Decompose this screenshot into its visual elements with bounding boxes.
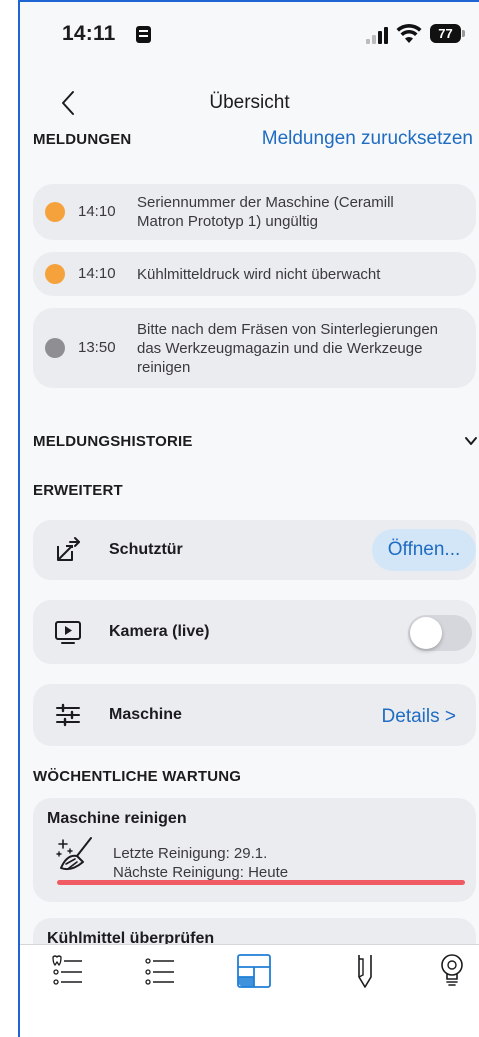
clean-machine-card[interactable]: Maschine reinigen Letzte Reinigung: 29.1…: [33, 798, 476, 902]
bulb-icon: [441, 954, 463, 986]
cleaning-progress-bar: [57, 880, 465, 885]
message-time: 14:10: [78, 203, 116, 220]
camera-monitor-icon: [55, 621, 81, 644]
history-section-label[interactable]: MELDUNGSHISTORIE: [33, 433, 193, 450]
camera-card: Kamera (live): [33, 600, 476, 664]
tab-overview[interactable]: [234, 951, 274, 991]
tool-icon: [358, 955, 372, 988]
chevron-down-icon[interactable]: [463, 434, 479, 448]
tab-list[interactable]: [138, 951, 178, 991]
status-dot-icon: [45, 338, 65, 358]
status-dot-icon: [45, 202, 65, 222]
status-time: 14:11: [62, 22, 116, 45]
message-text-line-1: Seriennummer der Maschine (Ceramill: [137, 194, 394, 211]
reset-messages-link[interactable]: Meldungen zurucksetzen: [262, 128, 473, 150]
list-icon: [145, 958, 174, 985]
sim-card-icon: [136, 26, 151, 43]
camera-label: Kamera (live): [109, 623, 210, 640]
message-text-line-2: Matron Prototyp 1) ungültig: [137, 213, 318, 230]
door-label: Schutztür: [109, 541, 183, 558]
last-cleaning-text: Letzte Reinigung: 29.1.: [113, 845, 268, 862]
page: 14:11 77 Übersicht MELDUNGEN Meldungen z…: [20, 2, 479, 1037]
tab-tips[interactable]: [432, 951, 472, 991]
broom-icon: [56, 837, 92, 871]
maintenance-section-label: WÖCHENTLICHE WARTUNG: [33, 768, 242, 785]
advanced-section-label: ERWEITERT: [33, 482, 123, 499]
door-card: Schutztür Öffnen...: [33, 520, 476, 580]
machine-label: Maschine: [109, 706, 182, 723]
tooth-list-icon: [52, 955, 82, 985]
wifi-icon: [396, 23, 422, 43]
status-bar: 14:11 77: [20, 2, 479, 66]
status-dot-icon: [45, 264, 65, 284]
message-item[interactable]: 14:10 Kühlmitteldruck wird nicht überwac…: [33, 252, 476, 296]
battery-icon: 77: [430, 24, 465, 43]
sliders-icon: [56, 703, 80, 727]
signal-icon: [366, 26, 390, 44]
open-door-button[interactable]: Öffnen...: [372, 529, 476, 571]
message-text-line-2: das Werkzeugmagazin und die Werkzeuge: [137, 340, 423, 357]
tab-tools[interactable]: [345, 951, 385, 991]
messages-section-label: MELDUNGEN: [33, 131, 132, 148]
toggle-knob: [410, 617, 442, 649]
next-cleaning-text: Nächste Reinigung: Heute: [113, 864, 289, 881]
message-text-line-3: reinigen: [137, 359, 191, 376]
bottom-tab-bar: [20, 944, 479, 1037]
machine-card[interactable]: Maschine Details >: [33, 684, 476, 746]
machine-details-link[interactable]: Details >: [382, 706, 456, 728]
message-item[interactable]: 14:10 Seriennummer der Maschine (Ceramil…: [33, 184, 476, 240]
camera-toggle[interactable]: [408, 615, 472, 651]
overview-icon: [237, 954, 271, 988]
door-open-icon: [57, 537, 80, 561]
clean-machine-title: Maschine reinigen: [47, 810, 187, 827]
screen-frame: 14:11 77 Übersicht MELDUNGEN Meldungen z…: [0, 0, 479, 1037]
message-text-line-1: Kühlmitteldruck wird nicht überwacht: [137, 266, 381, 283]
page-title: Übersicht: [209, 92, 290, 113]
message-text-line-1: Bitte nach dem Fräsen von Sinterlegierun…: [137, 321, 439, 338]
message-time: 14:10: [78, 265, 116, 282]
message-item[interactable]: 13:50 Bitte nach dem Fräsen von Sinterle…: [33, 308, 476, 388]
tab-tooth-list[interactable]: [46, 951, 86, 991]
message-time: 13:50: [78, 339, 116, 356]
